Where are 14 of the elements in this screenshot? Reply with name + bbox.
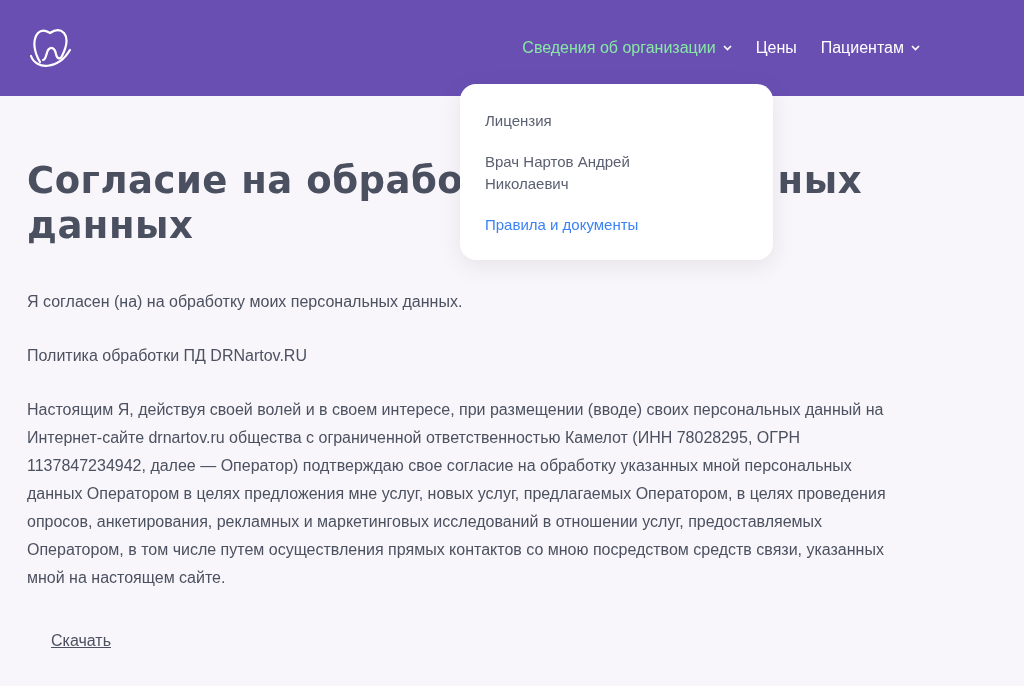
nav-link[interactable]: Пациентам — [820, 36, 920, 60]
paragraph: Настоящим Я, действуя своей волей и в своем интересе, при размещении (вводе) своих персональных данный на Интернет-сайте drnartov.ru общества с ограниченной ответственностью Камелот (ИНН 78028295, ОГРН 1137847234942, далее — Оператор) подтверждаю свое согласие на обработку указанных мной персональных данных Оператором в целях предложения мне услуг, новых услуг, предлагаемых Оператором, в целях проведения опросов, анкетирования, рекламных и маркетинговых исследований в отношении услуг, предоставляемых Оператором, в том числе путем осуществления прямых контактов со мною посредством средств связи, указанных мной на настоящем сайте. — [27, 400, 887, 588]
paragraph: Я согласен (на) на обработку моих персональных данных. — [27, 292, 464, 312]
dropdown-item[interactable]: Врач Нартов Андрей Николаевич — [485, 151, 655, 195]
nav-link[interactable]: Сведения об организации — [522, 36, 732, 60]
dropdown-item[interactable]: Лицензия — [485, 110, 655, 132]
page-title: данных — [27, 204, 194, 248]
page-title: ных — [777, 158, 862, 204]
tooth-logo-icon[interactable] — [28, 26, 72, 70]
paragraph: Политика обработки ПД DRNartov.RU — [27, 346, 308, 366]
dropdown-item[interactable]: Правила и документы — [485, 214, 655, 236]
download-link[interactable]: Скачать — [51, 629, 111, 653]
page-title: Согласие на обрабо — [27, 158, 464, 204]
nav-link[interactable]: Цены — [755, 36, 797, 60]
